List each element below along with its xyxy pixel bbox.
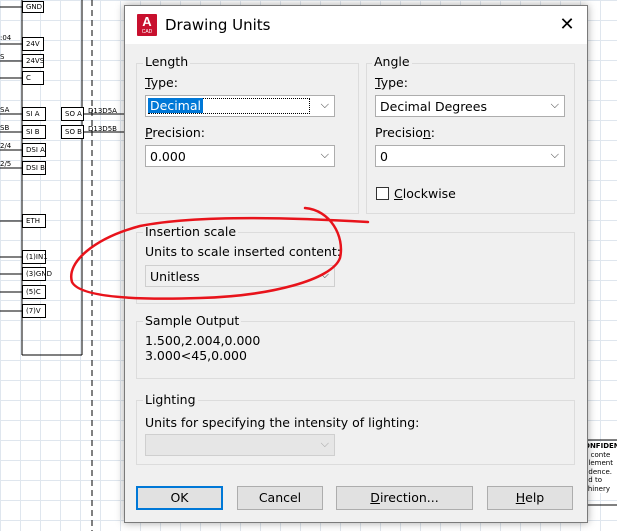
chevron-down-icon: ⌵ <box>320 437 329 450</box>
notice-line: ed to <box>584 476 603 484</box>
insertion-units-select[interactable]: Unitless ⌵ <box>145 265 335 287</box>
cad-wire-label: 2/4 <box>0 142 12 150</box>
cad-terminal: DSI A <box>22 143 46 157</box>
chevron-down-icon: ⌵ <box>550 148 559 161</box>
angle-type-select[interactable]: Decimal Degrees ⌵ <box>375 95 565 117</box>
cad-wire-label: D13D5B <box>88 125 117 133</box>
insertion-units-label: Units to scale inserted content: <box>145 244 341 259</box>
direction-button[interactable]: Direction... <box>336 486 473 510</box>
label-text: recision: <box>152 125 205 140</box>
chevron-down-icon: ⌵ <box>550 98 559 111</box>
dialog-title: Drawing Units <box>165 16 271 34</box>
length-type-select[interactable]: Decimal ⌵ <box>145 95 335 117</box>
label-text: ype: <box>150 75 178 90</box>
dialog-titlebar[interactable]: A CAD Drawing Units ✕ <box>125 6 587 44</box>
label-text: ype: <box>380 75 408 90</box>
selected-value: 0 <box>380 149 388 164</box>
cad-wire-label: :04 <box>0 34 12 42</box>
chevron-down-icon: ⌵ <box>320 148 329 161</box>
notice-line: fidence. <box>584 467 612 476</box>
cad-wire-label: 2/5 <box>0 160 12 168</box>
clockwise-label[interactable]: Clockwise <box>394 186 456 201</box>
lighting-units-label: Units for specifying the intensity of li… <box>145 415 420 430</box>
cad-terminal: 24VS <box>22 54 44 68</box>
mnemonic: D <box>370 490 380 505</box>
length-precision-select[interactable]: 0.000 ⌵ <box>145 145 335 167</box>
angle-group-label: Angle <box>372 54 412 69</box>
mnemonic: H <box>515 490 526 505</box>
cad-terminal: DSI B <box>22 161 46 175</box>
cad-terminal: SO B <box>61 125 84 139</box>
cad-terminal: SI A <box>22 107 46 121</box>
ok-button[interactable]: OK <box>136 486 223 510</box>
cad-wire-label: SB <box>0 124 10 132</box>
angle-precision-select[interactable]: 0 ⌵ <box>375 145 565 167</box>
cad-terminal: (7)V <box>22 304 46 318</box>
mnemonic: C <box>394 186 403 201</box>
cancel-button[interactable]: Cancel <box>237 486 323 510</box>
length-type-label: Type: <box>145 75 178 90</box>
button-label: elp <box>525 490 545 505</box>
length-precision-label: Precision: <box>145 125 205 140</box>
notice-line: ONFIDENT <box>584 442 617 450</box>
selected-value: Decimal <box>148 98 203 113</box>
length-group-label: Length <box>143 54 191 69</box>
cad-terminal: SI B <box>22 125 46 139</box>
lighting-units-select[interactable]: ⌵ <box>145 434 335 456</box>
app-icon-letter: A <box>142 14 152 29</box>
cad-wire-label: SA <box>0 106 10 114</box>
cad-terminal: GND <box>22 1 44 13</box>
cad-terminal: C <box>22 71 44 85</box>
cad-wire-label: S <box>0 53 5 61</box>
label-text: Precisio <box>375 125 423 140</box>
cad-terminal: (1)IN1 <box>22 250 48 264</box>
sample-output-group-label: Sample Output <box>143 313 242 328</box>
close-button[interactable]: ✕ <box>547 6 587 44</box>
cad-terminal: SO A <box>61 107 84 121</box>
angle-precision-label: Precision: <box>375 125 435 140</box>
app-icon-caption: CAD <box>141 29 153 35</box>
insertion-scale-group-label: Insertion scale <box>143 224 239 239</box>
help-button[interactable]: Help <box>487 486 573 510</box>
selected-value: Unitless <box>150 269 200 284</box>
cad-terminal: ETH <box>22 214 46 228</box>
cad-wire-label: D13D5A <box>88 107 117 115</box>
clockwise-checkbox[interactable] <box>376 187 389 200</box>
selected-value: Decimal Degrees <box>380 99 487 114</box>
angle-type-label: Type: <box>375 75 408 90</box>
cad-terminal: (3)GND <box>22 267 52 281</box>
cad-terminal: 24V <box>22 37 44 51</box>
mnemonic: n <box>422 125 431 140</box>
autocad-app-icon: A CAD <box>137 14 157 36</box>
cad-terminal: (5)C <box>22 285 46 299</box>
notice-line: d conte <box>584 450 611 459</box>
confidential-notice: ONFIDENT d conte Element fidence. ed to … <box>584 442 617 493</box>
button-label: irection... <box>379 490 439 505</box>
notice-line: Element <box>584 459 613 467</box>
notice-line: chinery <box>584 484 610 493</box>
drawing-units-dialog: A CAD Drawing Units ✕ Length Type: Decim… <box>124 5 588 523</box>
sample-output-line: 3.000<45,0.000 <box>145 348 247 363</box>
close-icon: ✕ <box>559 14 575 34</box>
lighting-group-label: Lighting <box>143 392 198 407</box>
sample-output-line: 1.500,2.004,0.000 <box>145 333 261 348</box>
chevron-down-icon: ⌵ <box>320 268 329 281</box>
selected-value: 0.000 <box>150 149 186 164</box>
chevron-down-icon: ⌵ <box>320 98 329 111</box>
label-text: lockwise <box>402 186 456 201</box>
label-text: : <box>430 125 436 140</box>
